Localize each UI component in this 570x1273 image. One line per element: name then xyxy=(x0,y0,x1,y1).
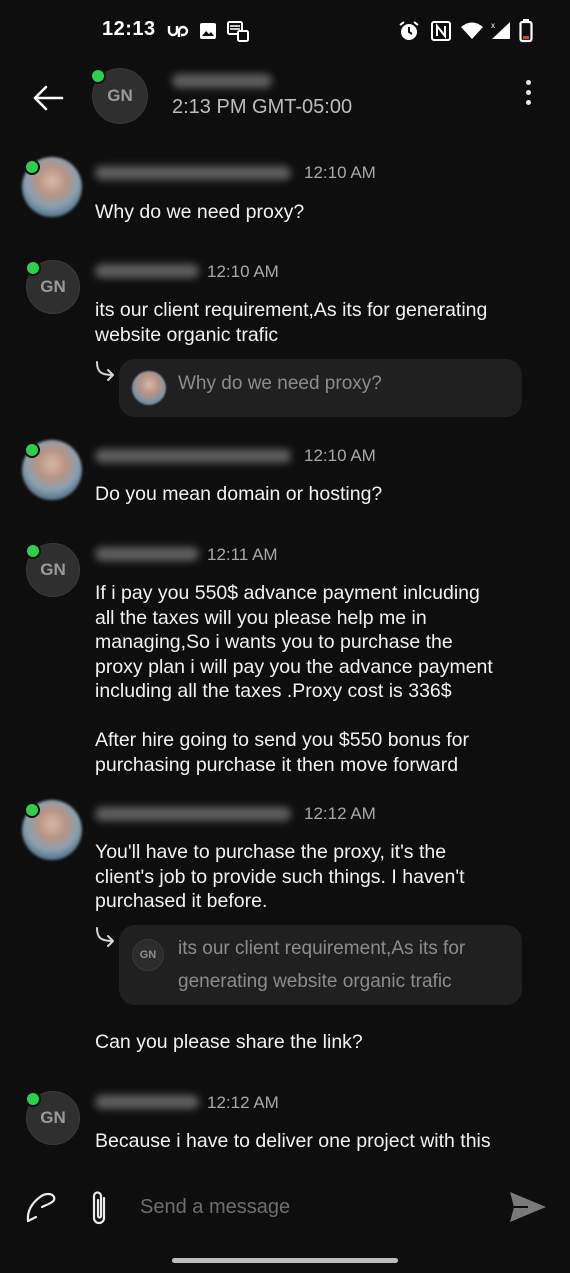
image-icon xyxy=(200,23,216,39)
online-indicator xyxy=(25,260,41,276)
svg-text:x: x xyxy=(491,21,495,30)
sender-name-redacted xyxy=(95,807,291,821)
home-indicator xyxy=(172,1258,398,1263)
message-time: 12:12 AM xyxy=(304,804,376,823)
message-composer xyxy=(0,1172,570,1242)
message-text: proxy plan i will pay you the advance pa… xyxy=(95,655,493,678)
nfc-icon xyxy=(431,21,451,41)
online-indicator xyxy=(25,1091,41,1107)
quoted-message[interactable]: GN its our client requirement,As its for… xyxy=(119,925,522,1005)
message-time: 12:10 AM xyxy=(207,262,279,281)
send-icon[interactable] xyxy=(508,1190,548,1224)
quoted-text: generating website organic trafic xyxy=(178,971,452,992)
message-text: Why do we need proxy? xyxy=(95,201,305,223)
quoted-sender-avatar: GN xyxy=(132,939,164,971)
paperclip-icon[interactable] xyxy=(87,1188,113,1228)
signal-icon: x xyxy=(491,21,510,39)
status-bar: 12:13 x xyxy=(0,0,570,60)
message-time: 12:10 AM xyxy=(304,163,376,182)
wifi-icon xyxy=(461,22,483,39)
message-time: 12:10 AM xyxy=(304,446,376,465)
reply-arrow-icon xyxy=(96,361,114,381)
quoted-sender-avatar xyxy=(132,371,166,405)
signature-icon[interactable] xyxy=(24,1189,58,1225)
message-text: You'll have to purchase the proxy, it's … xyxy=(95,841,447,863)
quoted-text: Why do we need proxy? xyxy=(178,373,382,394)
quoted-text: its our client requirement,As its for xyxy=(178,938,466,959)
contact-local-time: 2:13 PM GMT-05:00 xyxy=(172,96,353,118)
message-text: Can you please share the link? xyxy=(95,1031,363,1053)
online-indicator xyxy=(24,802,40,818)
message-text: Do you mean domain or hosting? xyxy=(95,483,383,505)
status-time: 12:13 xyxy=(102,18,156,40)
upwork-icon xyxy=(167,25,189,37)
online-indicator xyxy=(24,442,40,458)
online-indicator xyxy=(25,543,41,559)
message-text: its our client requirement,As its for ge… xyxy=(95,299,488,321)
contact-name-redacted xyxy=(172,74,272,88)
message-text: website organic trafic xyxy=(95,323,279,346)
quoted-message[interactable]: Why do we need proxy? xyxy=(119,359,522,417)
sender-name-redacted xyxy=(95,166,291,180)
sender-name-redacted xyxy=(95,449,291,463)
screenshot-icon xyxy=(227,21,249,42)
message-text: purchased it before. xyxy=(95,890,268,912)
reply-arrow-icon xyxy=(96,927,114,947)
sender-name-redacted xyxy=(95,264,199,278)
message-text: purchasing purchase it then move forward xyxy=(95,753,459,776)
message-text: client's job to provide such things. I h… xyxy=(95,865,465,888)
more-options-icon[interactable] xyxy=(520,80,536,116)
message-text: If i pay you 550$ advance payment inlcud… xyxy=(95,582,480,604)
message-text: Because i have to deliver one project wi… xyxy=(95,1130,491,1152)
message-text: all the taxes will you please help me in xyxy=(95,606,427,629)
message-text: After hire going to send you $550 bonus … xyxy=(95,729,470,751)
message-text: including all the taxes .Proxy cost is 3… xyxy=(95,680,452,702)
back-arrow-icon[interactable] xyxy=(28,78,68,118)
message-input[interactable] xyxy=(138,1186,492,1228)
battery-icon xyxy=(519,19,533,43)
online-indicator xyxy=(90,68,106,84)
sender-name-redacted xyxy=(95,1095,199,1109)
message-text: managing,So i wants you to purchase the xyxy=(95,631,453,653)
message-time: 12:11 AM xyxy=(207,545,278,564)
sender-name-redacted xyxy=(95,547,199,561)
chat-header: GN 2:13 PM GMT-05:00 xyxy=(0,60,570,140)
alarm-icon xyxy=(399,21,419,40)
online-indicator xyxy=(24,159,40,175)
message-time: 12:12 AM xyxy=(207,1093,279,1112)
